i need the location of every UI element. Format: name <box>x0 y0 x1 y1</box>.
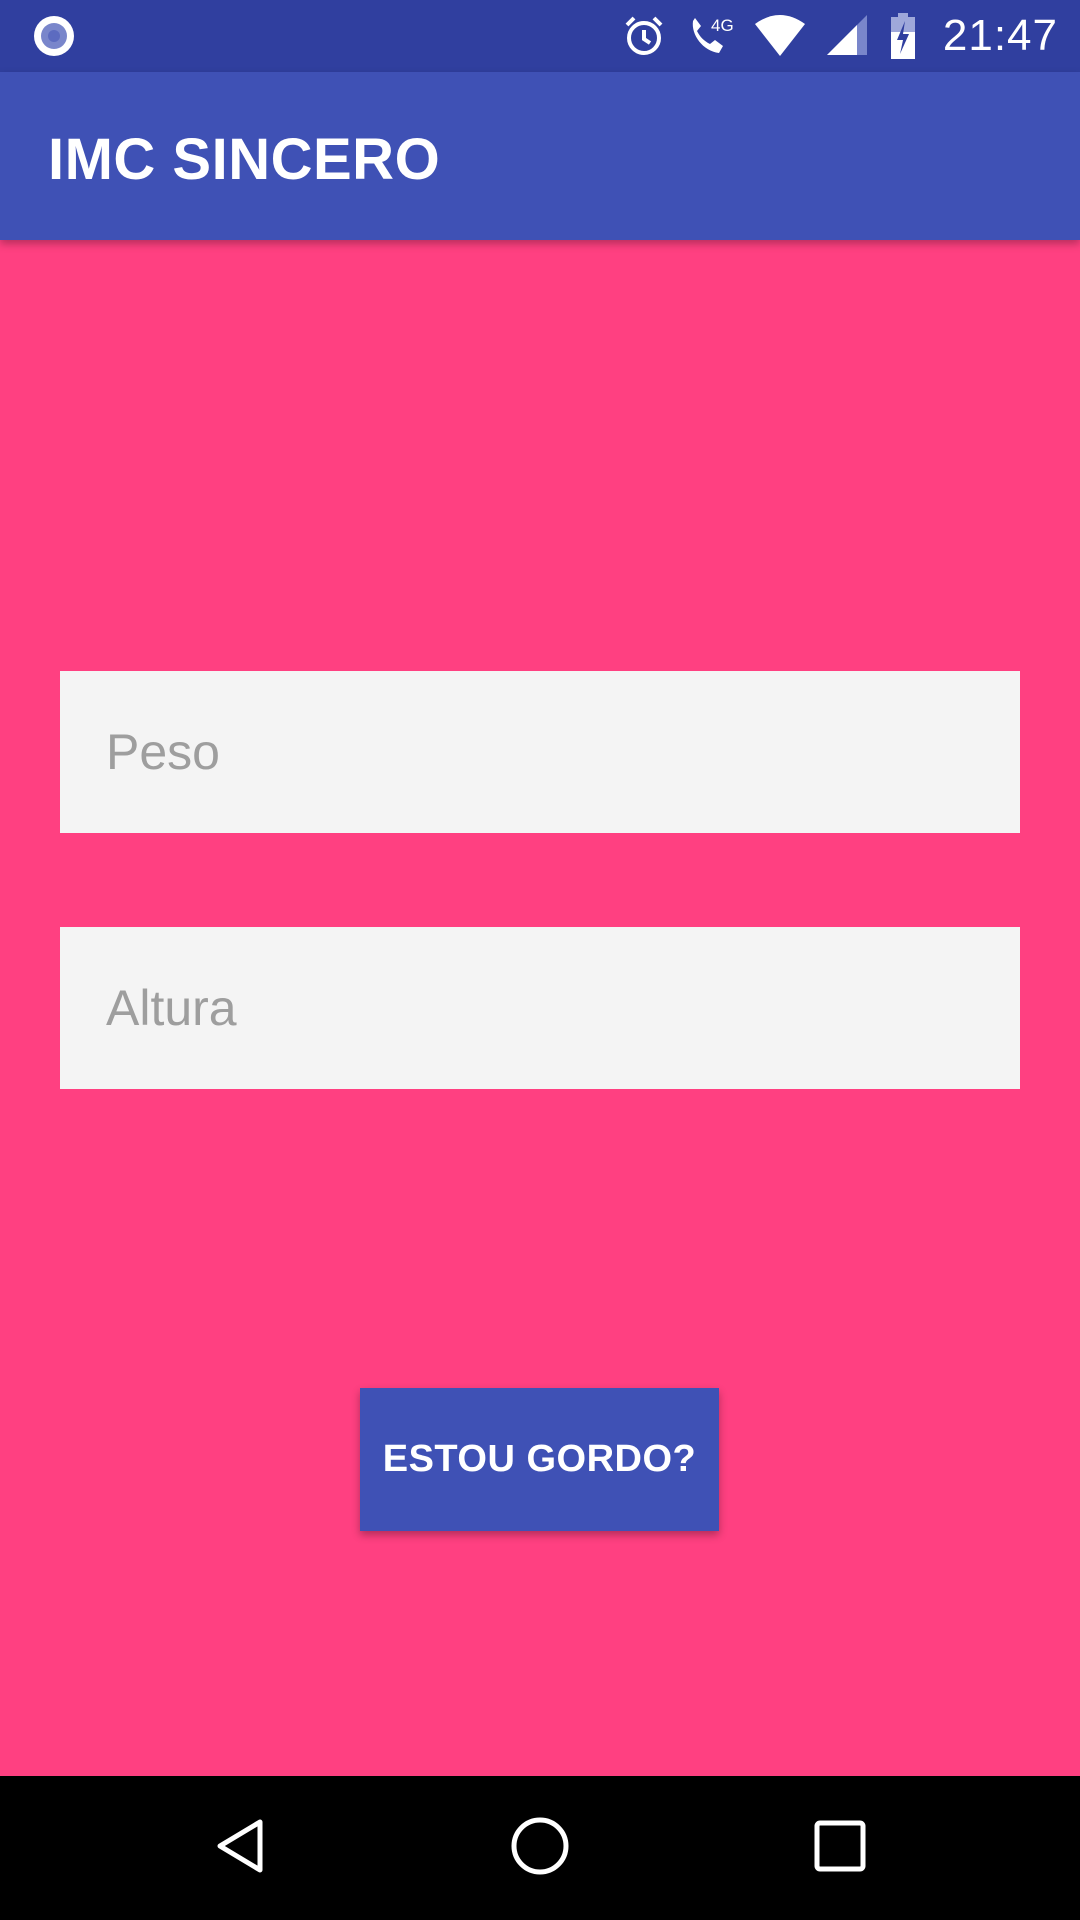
home-icon <box>510 1816 570 1881</box>
altura-input[interactable] <box>60 927 1020 1089</box>
alarm-icon <box>621 13 667 59</box>
battery-charging-icon <box>889 12 917 60</box>
peso-input[interactable] <box>60 671 1020 833</box>
app-title: IMC SINCERO <box>48 127 441 192</box>
wifi-icon <box>753 14 807 58</box>
estou-gordo-button[interactable]: ESTOU GORDO? <box>360 1388 719 1531</box>
app-notification-icon <box>32 14 76 58</box>
navigation-bar <box>0 1776 1080 1920</box>
recents-icon <box>813 1819 867 1878</box>
network-type-label: 4G <box>711 16 734 35</box>
back-button[interactable] <box>180 1776 300 1920</box>
cell-signal-icon <box>825 13 871 59</box>
status-time: 21:47 <box>942 11 1058 60</box>
recents-button[interactable] <box>780 1776 900 1920</box>
wifi-calling-icon: 4G <box>685 13 735 59</box>
home-button[interactable] <box>480 1776 600 1920</box>
status-icons: 4G 21:47 <box>621 0 1058 72</box>
status-bar: 4G 21:47 <box>0 0 1080 72</box>
back-icon <box>212 1816 268 1881</box>
app-bar: IMC SINCERO <box>0 72 1080 240</box>
